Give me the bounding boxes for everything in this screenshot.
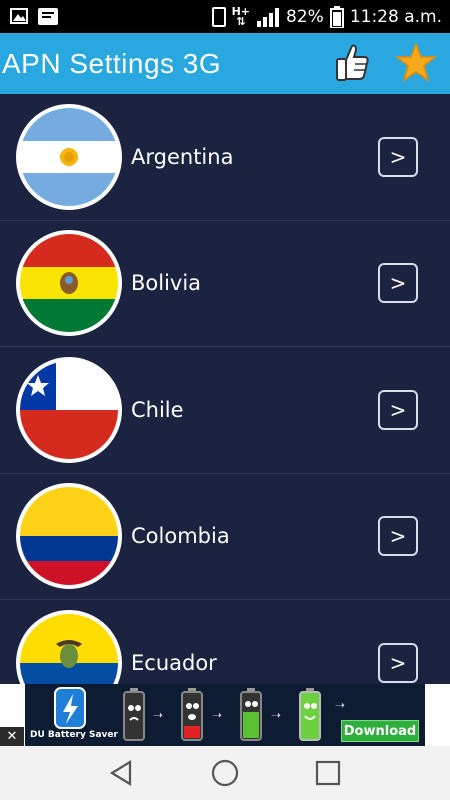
arrow-icon: ➝ bbox=[153, 708, 164, 722]
message-notification-icon bbox=[38, 8, 58, 25]
clock: 11:28 a.m. bbox=[349, 6, 442, 27]
open-country-button[interactable]: > bbox=[378, 642, 418, 683]
country-label: Argentina bbox=[131, 144, 234, 169]
rotation-icon bbox=[211, 6, 226, 27]
list-item[interactable]: Argentina > bbox=[0, 94, 450, 221]
system-nav-bar bbox=[0, 746, 450, 800]
list-item[interactable]: Colombia > bbox=[0, 474, 450, 600]
colombia-flag-icon bbox=[16, 483, 122, 590]
thumbs-up-icon bbox=[336, 44, 369, 81]
star-icon bbox=[394, 41, 438, 82]
chevron-right-icon: > bbox=[389, 271, 407, 296]
signal-strength-icon bbox=[257, 7, 280, 27]
open-country-button[interactable]: > bbox=[378, 389, 418, 430]
recents-square-icon bbox=[316, 760, 341, 786]
country-label: Bolivia bbox=[131, 271, 202, 296]
network-type-label: H+ bbox=[231, 4, 251, 18]
country-label: Colombia bbox=[131, 524, 230, 549]
back-triangle-icon bbox=[109, 760, 131, 786]
arrow-icon: ➝ bbox=[271, 708, 282, 722]
status-bar: H+ ⇅ 82% 11:28 a.m. bbox=[0, 0, 450, 33]
network-type-icon: H+ ⇅ bbox=[231, 4, 251, 28]
country-label: Ecuador bbox=[131, 650, 217, 675]
chile-flag-icon bbox=[16, 356, 122, 463]
bolivia-flag-icon bbox=[16, 230, 122, 337]
ecuador-flag-icon bbox=[16, 609, 122, 684]
ad-download-button[interactable]: Download bbox=[341, 720, 419, 742]
battery-character-empty-icon bbox=[123, 688, 145, 741]
recents-button[interactable] bbox=[308, 753, 348, 793]
gallery-notification-icon bbox=[10, 8, 28, 24]
chevron-right-icon: > bbox=[389, 650, 407, 675]
country-label: Chile bbox=[131, 397, 184, 422]
home-circle-icon bbox=[211, 759, 239, 787]
arrow-icon: ➝ bbox=[335, 698, 346, 712]
du-battery-saver-logo-icon bbox=[54, 687, 86, 729]
like-button[interactable] bbox=[334, 42, 370, 86]
open-country-button[interactable]: > bbox=[378, 263, 418, 304]
ad-creative[interactable]: DU Battery Saver ➝ ➝ ➝ ➝ Download bbox=[25, 684, 425, 746]
page-title: APN Settings 3G bbox=[2, 47, 222, 79]
argentina-flag-icon bbox=[16, 103, 122, 210]
back-button[interactable] bbox=[102, 753, 142, 793]
battery-character-full-icon bbox=[299, 688, 321, 741]
chevron-right-icon: > bbox=[389, 144, 407, 169]
chevron-right-icon: > bbox=[389, 524, 407, 549]
ad-brand-label: DU Battery Saver bbox=[30, 730, 118, 740]
battery-percent: 82% bbox=[286, 6, 324, 27]
ad-close-button[interactable]: ✕ bbox=[0, 727, 24, 746]
chevron-right-icon: > bbox=[389, 397, 407, 422]
battery-icon bbox=[329, 5, 344, 28]
battery-character-low-icon bbox=[181, 688, 203, 741]
open-country-button[interactable]: > bbox=[378, 136, 418, 177]
country-list: Argentina > Bolivia > Chile > Colombia >… bbox=[0, 94, 450, 684]
app-bar: APN Settings 3G bbox=[0, 33, 450, 94]
arrow-icon: ➝ bbox=[212, 708, 223, 722]
list-item[interactable]: Ecuador > bbox=[0, 600, 450, 684]
list-item[interactable]: Bolivia > bbox=[0, 221, 450, 347]
home-button[interactable] bbox=[205, 753, 245, 793]
battery-character-half-icon bbox=[240, 688, 262, 741]
ad-banner[interactable]: DU Battery Saver ➝ ➝ ➝ ➝ Download bbox=[0, 684, 450, 746]
open-country-button[interactable]: > bbox=[378, 516, 418, 557]
list-item[interactable]: Chile > bbox=[0, 347, 450, 474]
favorite-button[interactable] bbox=[394, 41, 438, 86]
